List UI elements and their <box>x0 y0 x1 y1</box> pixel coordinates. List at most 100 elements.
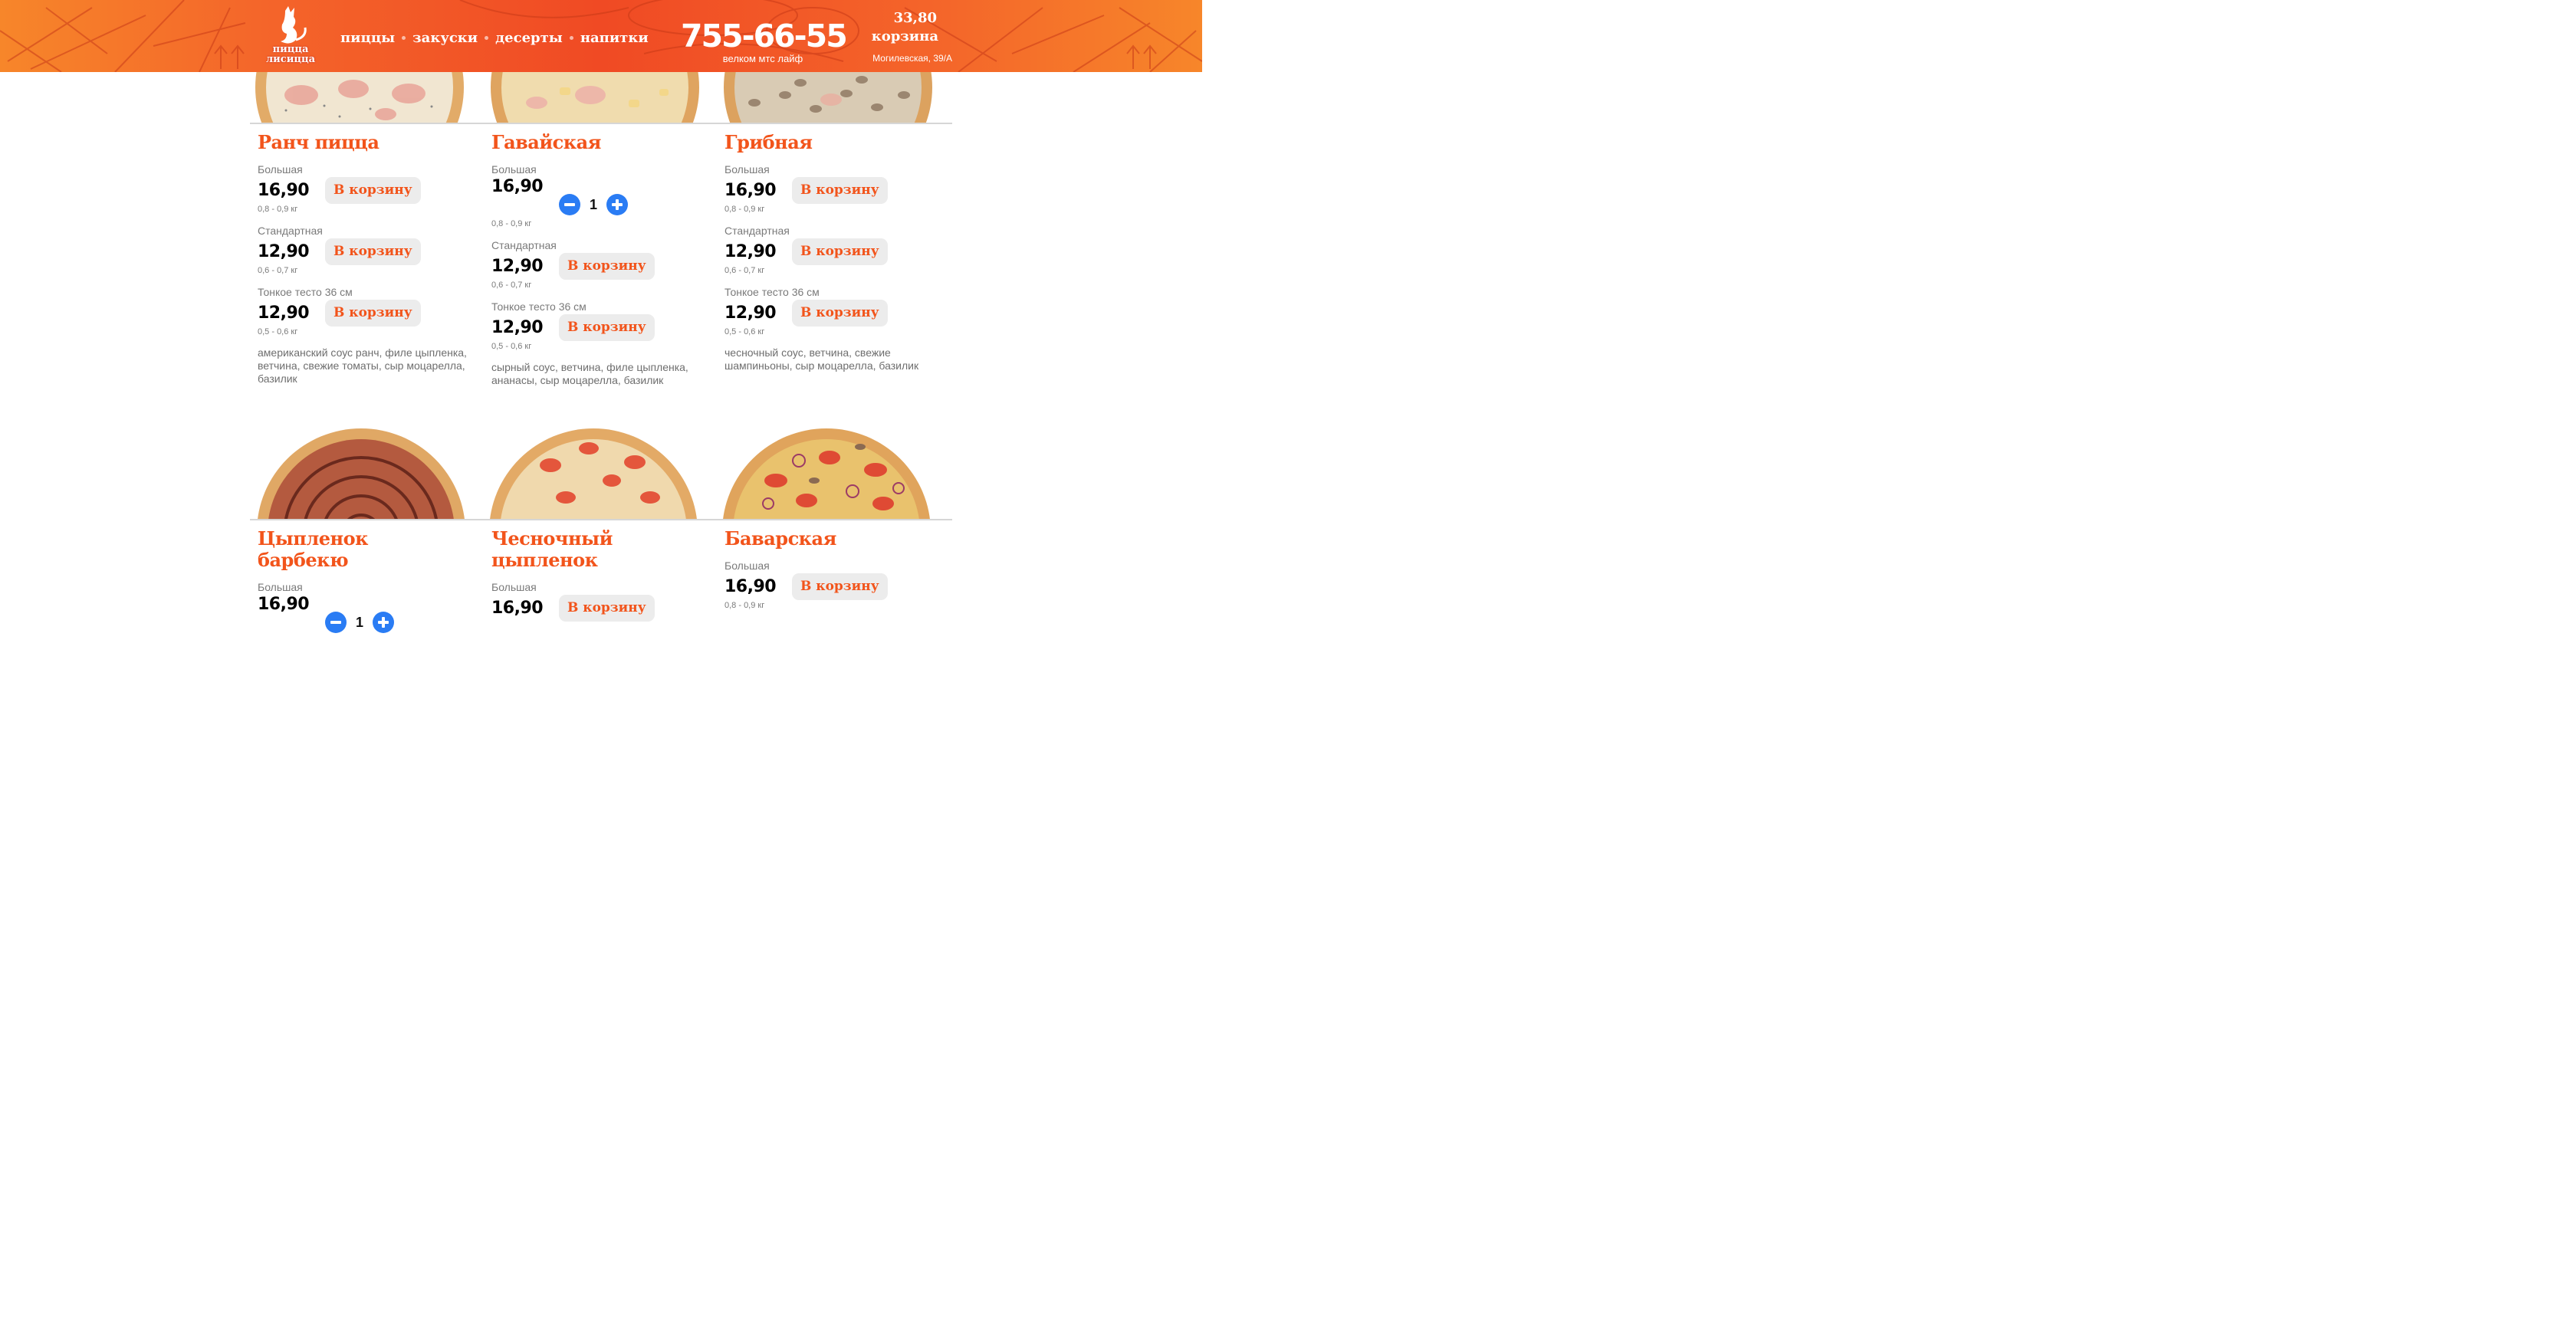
product-option: Большая 16,90 В корзину 0,8 - 0,9 кг <box>724 559 947 611</box>
option-size: Большая <box>258 581 303 593</box>
pizza-image[interactable] <box>491 72 699 123</box>
site-logo[interactable]: пицца лисицца <box>262 6 319 67</box>
pizza-image[interactable] <box>724 72 932 123</box>
option-weight: 0,5 - 0,6 кг <box>724 327 765 336</box>
option-weight: 0,8 - 0,9 кг <box>724 205 765 214</box>
phone-operator: велком мтс лайф <box>722 53 803 64</box>
product-description: сырный соус, ветчина, филе цыпленка, ана… <box>491 361 688 386</box>
option-price: 12,90 <box>724 241 777 261</box>
option-price: 16,90 <box>491 177 544 196</box>
product-option: Большая 16,90 В корзину 0,8 - 0,9 кг <box>258 162 480 215</box>
cart-link[interactable]: корзина <box>868 28 938 44</box>
option-size: Большая <box>491 163 537 176</box>
product-option: Тонкое тесто 36 см 12,90 В корзину 0,5 -… <box>491 300 714 352</box>
row-divider <box>250 519 952 520</box>
product-card: Баварская Большая 16,90 В корзину 0,8 - … <box>724 528 947 620</box>
nav-snacks[interactable]: закуски <box>412 30 478 46</box>
plus-icon[interactable] <box>606 194 628 215</box>
nav-pizzas[interactable]: пиццы <box>340 30 395 46</box>
add-to-cart-button[interactable]: В корзину <box>792 573 888 600</box>
option-weight: 0,5 - 0,6 кг <box>258 327 298 336</box>
pizza-image[interactable] <box>489 427 698 520</box>
product-card: Гавайская Большая 16,90 1 0,8 - 0,9 кг С… <box>491 132 714 387</box>
option-weight: 0,6 - 0,7 кг <box>258 266 298 275</box>
pizza-image[interactable] <box>255 72 464 123</box>
option-price: 16,90 <box>258 180 310 200</box>
option-size: Тонкое тесто 36 см <box>724 286 820 298</box>
product-title[interactable]: Цыпленок барбекю <box>258 528 411 571</box>
option-size: Стандартная <box>258 225 323 237</box>
minus-icon[interactable] <box>559 194 580 215</box>
nav-separator <box>569 35 573 40</box>
option-price: 12,90 <box>258 241 310 261</box>
option-price: 16,90 <box>724 576 777 596</box>
option-size: Тонкое тесто 36 см <box>258 286 353 298</box>
option-weight: 0,6 - 0,7 кг <box>724 266 765 275</box>
option-weight: 0,8 - 0,9 кг <box>724 601 765 610</box>
logo-line-2: лисицца <box>266 54 315 65</box>
option-price: 16,90 <box>491 598 544 618</box>
add-to-cart-button[interactable]: В корзину <box>325 299 421 327</box>
add-to-cart-button[interactable]: В корзину <box>325 238 421 265</box>
option-price: 12,90 <box>491 317 544 337</box>
option-weight: 0,8 - 0,9 кг <box>258 205 298 214</box>
add-to-cart-button[interactable]: В корзину <box>792 299 888 327</box>
main-nav: пиццы закуски десерты напитки <box>340 28 649 48</box>
minus-icon[interactable] <box>325 612 347 633</box>
option-size: Стандартная <box>724 225 790 237</box>
pizza-image[interactable] <box>256 427 466 520</box>
product-option: Тонкое тесто 36 см 12,90 В корзину 0,5 -… <box>724 285 947 337</box>
option-price: 16,90 <box>258 595 310 614</box>
nav-desserts[interactable]: десерты <box>495 30 563 46</box>
option-price: 12,90 <box>491 256 544 276</box>
plus-icon[interactable] <box>373 612 394 633</box>
product-title[interactable]: Баварская <box>724 528 947 550</box>
add-to-cart-button[interactable]: В корзину <box>559 252 655 280</box>
option-size: Большая <box>724 163 770 176</box>
product-description: чесночный соус, ветчина, свежие шампиньо… <box>724 346 919 372</box>
logo-text: пицца лисицца <box>262 44 319 64</box>
option-size: Большая <box>491 581 537 593</box>
product-option: Тонкое тесто 36 см 12,90 В корзину 0,5 -… <box>258 285 480 337</box>
option-weight: 0,5 - 0,6 кг <box>491 342 532 351</box>
product-card: Цыпленок барбекю Большая 16,90 1 <box>258 528 480 645</box>
product-card: Ранч пицца Большая 16,90 В корзину 0,8 -… <box>258 132 480 386</box>
product-option: Стандартная 12,90 В корзину 0,6 - 0,7 кг <box>724 224 947 276</box>
row-divider <box>250 123 952 124</box>
product-title[interactable]: Гавайская <box>491 132 714 153</box>
cart-total[interactable]: 33,80 <box>882 10 937 26</box>
add-to-cart-button[interactable]: В корзину <box>325 176 421 204</box>
pizza-image[interactable] <box>722 427 931 520</box>
quantity-value: 1 <box>355 614 363 630</box>
add-to-cart-button[interactable]: В корзину <box>792 238 888 265</box>
store-address: Могилевская, 39/А <box>872 53 952 64</box>
option-weight: 0,6 - 0,7 кг <box>491 281 532 290</box>
option-size: Большая <box>258 163 303 176</box>
product-option: Большая 16,90 В корзину <box>491 580 714 622</box>
add-to-cart-button[interactable]: В корзину <box>792 176 888 204</box>
product-option: Стандартная 12,90 В корзину 0,6 - 0,7 кг <box>258 224 480 276</box>
nav-drinks[interactable]: напитки <box>580 30 649 46</box>
option-price: 12,90 <box>724 303 777 323</box>
product-option: Большая 16,90 1 0,8 - 0,9 кг <box>491 162 714 229</box>
option-weight: 0,8 - 0,9 кг <box>491 219 532 228</box>
option-price: 12,90 <box>258 303 310 323</box>
add-to-cart-button[interactable]: В корзину <box>559 594 655 622</box>
option-price: 16,90 <box>724 180 777 200</box>
product-description: американский соус ранч, филе цыпленка, в… <box>258 346 467 385</box>
site-header: пицца лисицца пиццы закуски десерты напи… <box>0 0 1202 72</box>
product-card: Грибная Большая 16,90 В корзину 0,8 - 0,… <box>724 132 947 372</box>
product-title[interactable]: Ранч пицца <box>258 132 480 153</box>
product-title[interactable]: Грибная <box>724 132 947 153</box>
quantity-stepper: 1 <box>559 191 628 218</box>
add-to-cart-button[interactable]: В корзину <box>559 313 655 341</box>
nav-separator <box>402 35 406 40</box>
option-size: Стандартная <box>491 239 557 251</box>
product-title[interactable]: Чесночный цыпленок <box>491 528 645 571</box>
quantity-value: 1 <box>589 196 597 212</box>
product-option: Большая 16,90 В корзину 0,8 - 0,9 кг <box>724 162 947 215</box>
product-option: Стандартная 12,90 В корзину 0,6 - 0,7 кг <box>491 238 714 290</box>
product-card: Чесночный цыпленок Большая 16,90 В корзи… <box>491 528 714 631</box>
quantity-stepper: 1 <box>325 609 394 636</box>
phone-number[interactable]: 755-66-55 <box>681 17 848 55</box>
